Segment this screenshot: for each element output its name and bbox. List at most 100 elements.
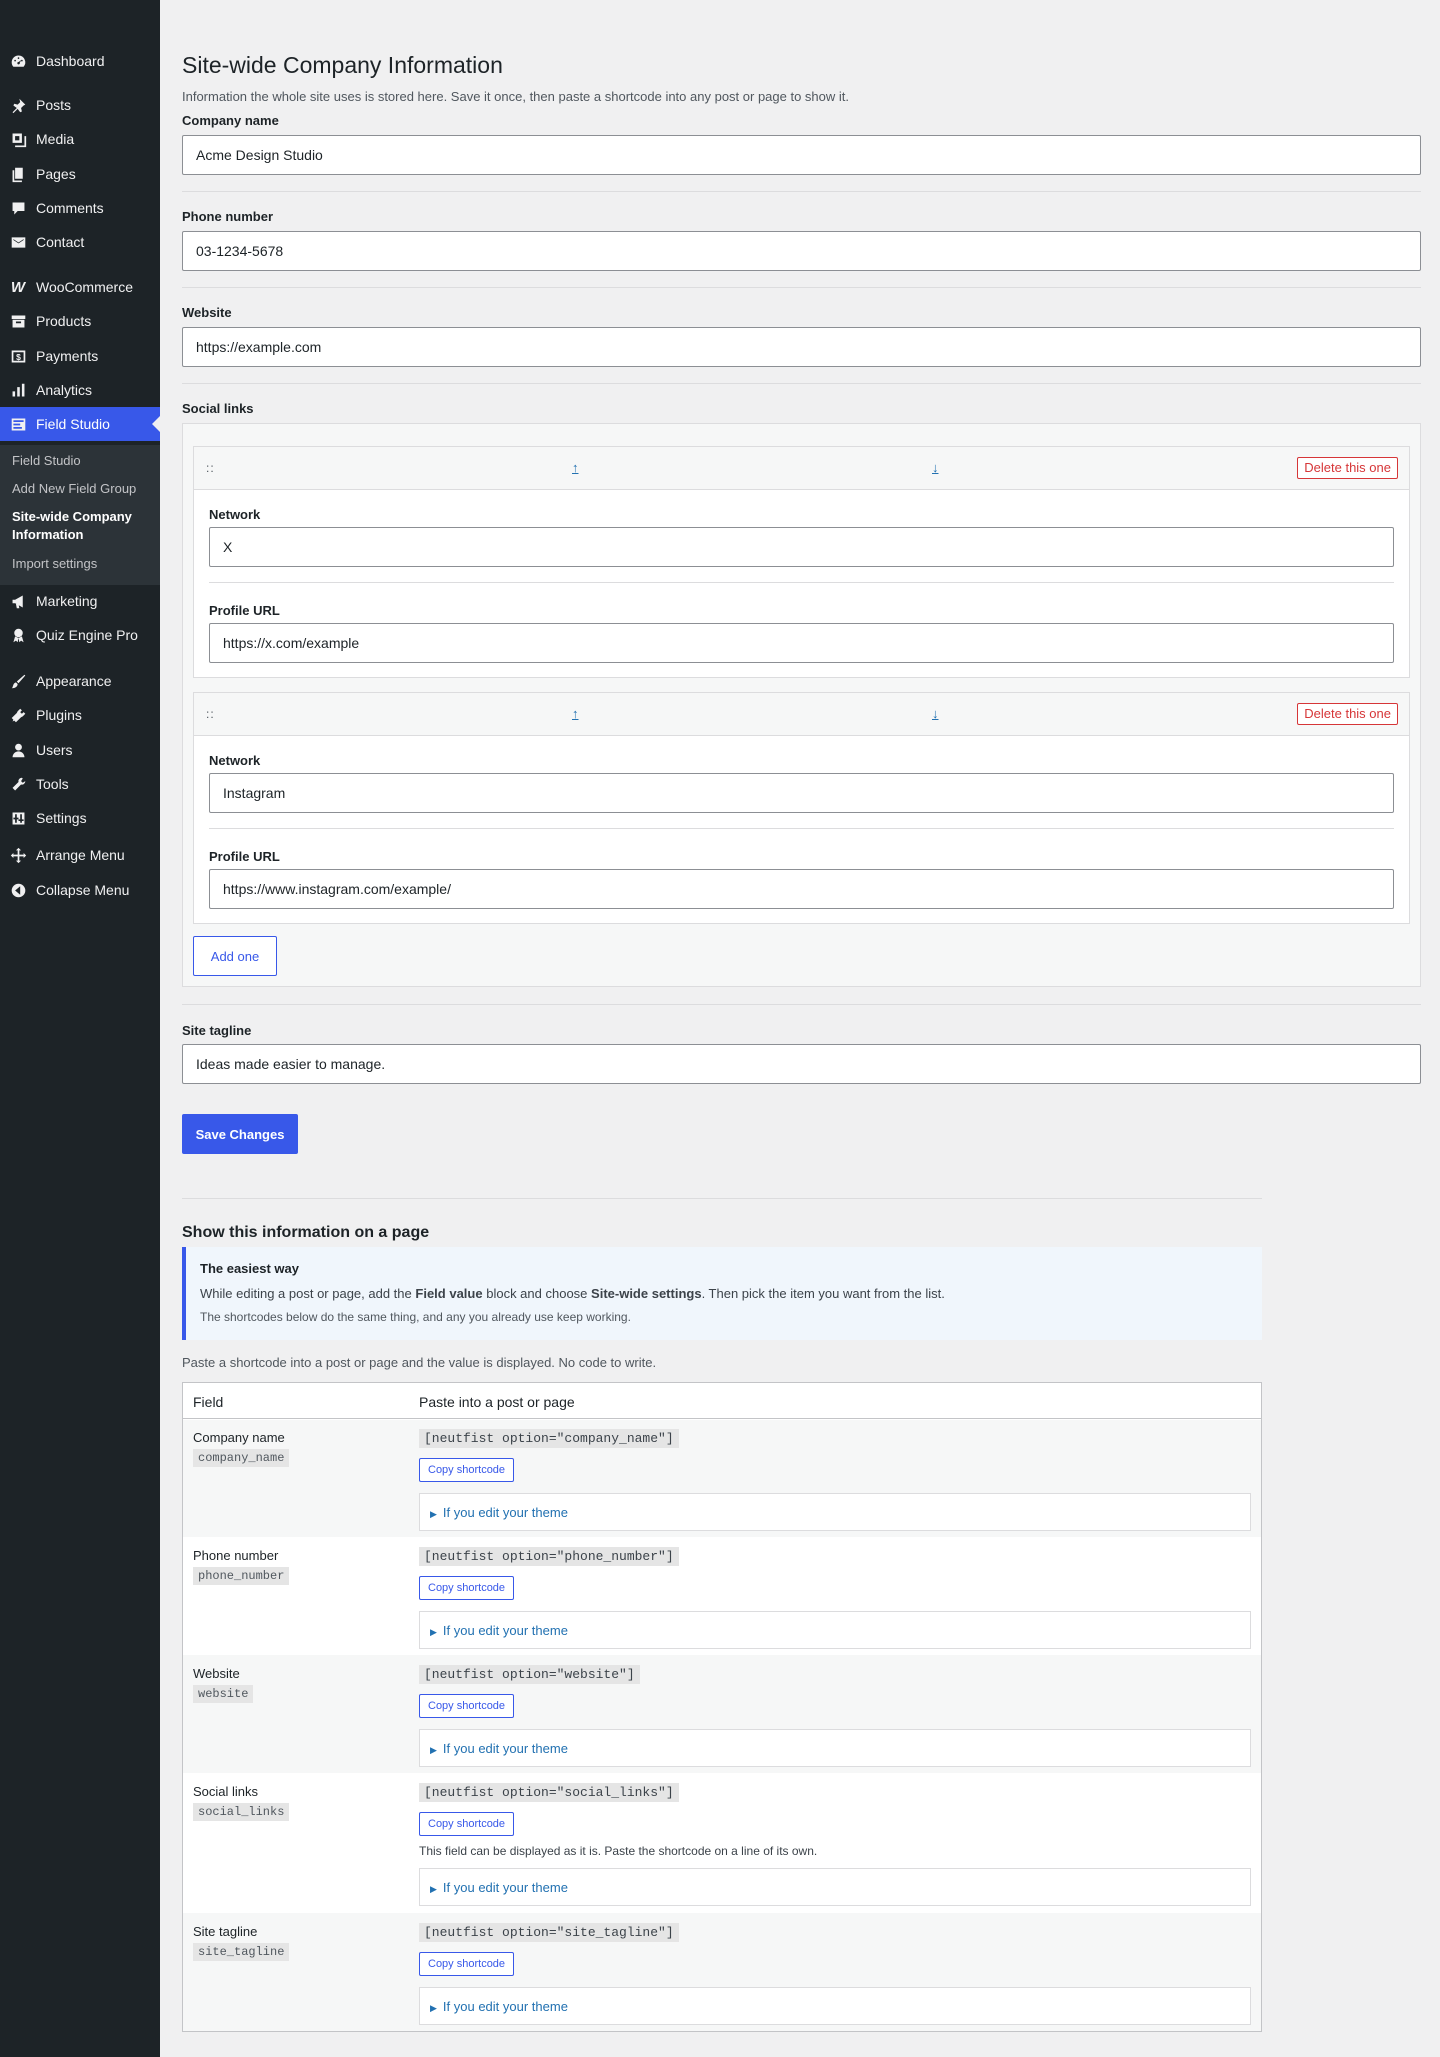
website-label: Website <box>182 305 232 320</box>
submenu-item-add-new-field-group[interactable]: Add New Field Group <box>12 480 152 498</box>
sidebar-item-payments[interactable]: $ Payments <box>0 339 160 373</box>
sidebar-item-arrange-menu[interactable]: Arrange Menu <box>0 838 160 872</box>
move-down-button[interactable]: ↓ <box>932 706 939 721</box>
details-summary[interactable]: ▶ If you edit your theme <box>430 1999 568 2014</box>
drag-handle-icon[interactable]: :: <box>206 707 215 721</box>
section-divider <box>182 1198 1262 1199</box>
notice-bold: Field value <box>415 1286 483 1301</box>
repeater-row: :: ↑ ↓ Delete this one Network Profile U… <box>193 692 1410 924</box>
copy-shortcode-button[interactable]: Copy shortcode <box>419 1576 515 1600</box>
submenu-item-field-studio[interactable]: Field Studio <box>12 452 152 470</box>
theme-details[interactable]: ▶ If you edit your theme <box>419 1611 1251 1649</box>
sidebar-item-plugins[interactable]: Plugins <box>0 698 160 732</box>
drag-handle-icon[interactable]: :: <box>206 461 215 475</box>
divider <box>182 191 1421 192</box>
shortcode[interactable]: [neutfist option="website"] <box>419 1665 640 1684</box>
copy-shortcode-button[interactable]: Copy shortcode <box>419 1694 515 1718</box>
sidebar-item-comments[interactable]: Comments <box>0 191 160 225</box>
submenu-item-import-settings[interactable]: Import settings <box>12 555 152 573</box>
sidebar-item-analytics[interactable]: Analytics <box>0 373 160 407</box>
details-label: If you edit your theme <box>442 1999 568 2014</box>
sidebar-item-users[interactable]: Users <box>0 733 160 767</box>
dollar-icon: $ <box>8 346 28 366</box>
delete-row-button[interactable]: Delete this one <box>1297 457 1398 479</box>
sidebar-item-label: Plugins <box>36 707 82 723</box>
network-field[interactable] <box>209 773 1394 813</box>
sidebar-item-pages[interactable]: Pages <box>0 157 160 191</box>
sidebar-item-quiz-engine-pro[interactable]: Quiz Engine Pro <box>0 618 160 652</box>
copy-shortcode-button[interactable]: Copy shortcode <box>419 1952 515 1976</box>
save-changes-button[interactable]: Save Changes <box>182 1114 298 1154</box>
site-tagline-field[interactable] <box>182 1044 1421 1084</box>
sidebar-item-field-studio[interactable]: Field Studio <box>0 407 160 441</box>
sidebar-item-label: Payments <box>36 348 99 364</box>
company-name-field[interactable] <box>182 135 1421 175</box>
theme-details[interactable]: ▶ If you edit your theme <box>419 1493 1251 1531</box>
move-up-button[interactable]: ↑ <box>572 706 579 721</box>
field-name: Website <box>193 1666 240 1681</box>
svg-text:$: $ <box>16 351 21 361</box>
delete-row-button[interactable]: Delete this one <box>1297 703 1398 725</box>
submenu-item-site-wide-company-information[interactable]: Site-wide Company Information <box>12 508 152 544</box>
phone-number-field[interactable] <box>182 231 1421 271</box>
details-summary[interactable]: ▶ If you edit your theme <box>430 1741 568 1756</box>
sidebar-item-products[interactable]: Products <box>0 304 160 338</box>
sidebar-item-settings[interactable]: Settings <box>0 801 160 835</box>
sidebar-item-label: Quiz Engine Pro <box>36 627 138 643</box>
details-label: If you edit your theme <box>442 1505 568 1520</box>
profile-url-field[interactable] <box>209 869 1394 909</box>
sidebar-item-appearance[interactable]: Appearance <box>0 664 160 698</box>
copy-shortcode-button[interactable]: Copy shortcode <box>419 1458 515 1482</box>
details-summary[interactable]: ▶ If you edit your theme <box>430 1623 568 1638</box>
move-up-button[interactable]: ↑ <box>572 460 579 475</box>
profile-url-field[interactable] <box>209 623 1394 663</box>
notice-text-part: block and choose <box>486 1286 588 1301</box>
wrench-icon <box>8 774 28 794</box>
sidebar-item-label: Arrange Menu <box>36 847 125 863</box>
details-label: If you edit your theme <box>442 1741 568 1756</box>
repeater-row-header: :: ↑ ↓ Delete this one <box>194 447 1409 490</box>
admin-sidebar: Dashboard Posts Media Pages Comments Con… <box>0 0 160 2057</box>
table-row: Site tagline site_tagline [neutfist opti… <box>183 1913 1261 2031</box>
network-field[interactable] <box>209 527 1394 567</box>
theme-details[interactable]: ▶ If you edit your theme <box>419 1868 1251 1906</box>
theme-details[interactable]: ▶ If you edit your theme <box>419 1987 1251 2025</box>
sidebar-item-media[interactable]: Media <box>0 122 160 156</box>
shortcode[interactable]: [neutfist option="company_name"] <box>419 1429 679 1448</box>
table-row: Social links social_links [neutfist opti… <box>183 1773 1261 1913</box>
megaphone-icon <box>8 591 28 611</box>
shortcode[interactable]: [neutfist option="site_tagline"] <box>419 1923 679 1942</box>
sidebar-item-dashboard[interactable]: Dashboard <box>0 44 160 78</box>
website-field[interactable] <box>182 327 1421 367</box>
shortcode[interactable]: [neutfist option="phone_number"] <box>419 1547 679 1566</box>
divider <box>182 287 1421 288</box>
details-summary[interactable]: ▶ If you edit your theme <box>430 1880 568 1895</box>
form-icon <box>8 414 28 434</box>
sidebar-item-woocommerce[interactable]: W WooCommerce <box>0 270 160 304</box>
copy-shortcode-button[interactable]: Copy shortcode <box>419 1812 515 1836</box>
plug-icon <box>8 705 28 725</box>
add-row-button[interactable]: Add one <box>193 936 277 976</box>
network-label: Network <box>209 753 261 768</box>
sidebar-item-contact[interactable]: Contact <box>0 225 160 259</box>
sidebar-item-collapse-menu[interactable]: Collapse Menu <box>0 873 160 907</box>
triangle-right-icon: ▶ <box>430 1884 437 1894</box>
sidebar-item-marketing[interactable]: Marketing <box>0 584 160 618</box>
field-name: Site tagline <box>193 1924 258 1939</box>
sidebar-item-tools[interactable]: Tools <box>0 767 160 801</box>
sidebar-item-label: Products <box>36 313 92 329</box>
divider <box>209 582 1394 583</box>
settings-icon <box>8 808 28 828</box>
sidebar-item-posts[interactable]: Posts <box>0 88 160 122</box>
details-label: If you edit your theme <box>442 1623 568 1638</box>
theme-details[interactable]: ▶ If you edit your theme <box>419 1729 1251 1767</box>
column-header-field: Field <box>193 1394 224 1410</box>
page-title: Site-wide Company Information <box>182 52 503 78</box>
repeater-row-header: :: ↑ ↓ Delete this one <box>194 693 1409 736</box>
shortcode[interactable]: [neutfist option="social_links"] <box>419 1783 679 1802</box>
collapse-icon <box>8 880 28 900</box>
move-down-button[interactable]: ↓ <box>932 460 939 475</box>
dashboard-icon <box>8 51 28 71</box>
shortcode-intro: Paste a shortcode into a post or page an… <box>182 1355 657 1370</box>
details-summary[interactable]: ▶ If you edit your theme <box>430 1505 568 1520</box>
